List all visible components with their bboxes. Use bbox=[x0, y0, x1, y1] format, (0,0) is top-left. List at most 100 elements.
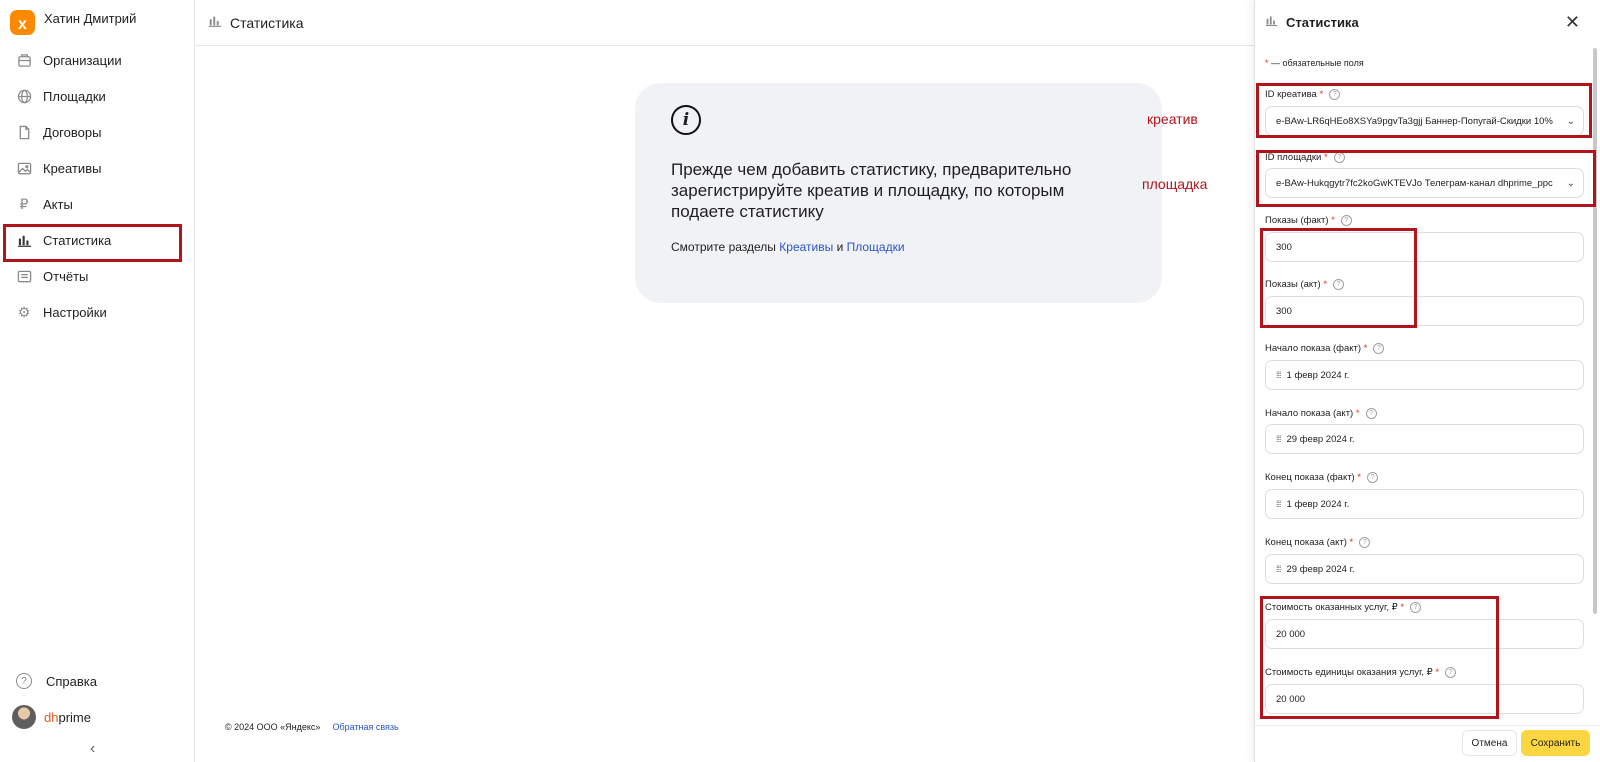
help-label: Справка bbox=[46, 673, 97, 689]
calendar-icon: ⁞⁞⁞ bbox=[1276, 499, 1281, 509]
end-fact-label: Конец показа (факт) *? bbox=[1265, 472, 1379, 483]
bar-chart-icon bbox=[1265, 14, 1278, 30]
sidebar-item-settings[interactable]: ⚙ Настройки bbox=[0, 294, 195, 330]
start-fact-date-input[interactable]: ⁞⁞⁞ 1 февр 2024 г. bbox=[1265, 360, 1584, 390]
page-title: Статистика bbox=[230, 14, 304, 31]
sidebar-item-label: Организации bbox=[43, 52, 122, 68]
sidebar-item-reports[interactable]: Отчёты bbox=[0, 258, 195, 294]
sidebar-item-organizations[interactable]: Организации bbox=[0, 42, 195, 78]
sidebar-item-platforms[interactable]: Площадки bbox=[0, 78, 195, 114]
statistics-panel: Статистика ✕ * — обязательные поля ID кр… bbox=[1254, 0, 1600, 762]
impressions-fact-label: Показы (факт) *? bbox=[1265, 215, 1352, 226]
document-icon bbox=[16, 124, 32, 140]
unit-cost-label: Стоимость единицы оказания услуг, ₽ *? bbox=[1265, 667, 1457, 678]
close-icon[interactable]: ✕ bbox=[1565, 12, 1580, 33]
avatar bbox=[12, 705, 36, 729]
building-icon bbox=[16, 52, 32, 68]
image-icon bbox=[16, 160, 32, 176]
platform-id-label: ID площадки *? bbox=[1265, 152, 1345, 163]
panel-scrollbar[interactable] bbox=[1593, 48, 1597, 614]
info-links-and: и bbox=[836, 240, 844, 254]
info-links: Смотрите разделы Креативы и Площадки bbox=[671, 240, 1126, 254]
sidebar-item-label: Площадки bbox=[43, 88, 106, 104]
help-icon[interactable]: ? bbox=[1340, 215, 1352, 226]
page-footer: © 2024 ООО «Яндекс» Обратная связь bbox=[225, 722, 399, 732]
help-icon[interactable]: ? bbox=[1333, 152, 1345, 163]
calendar-icon: ⁞⁞⁞ bbox=[1276, 370, 1281, 380]
end-fact-date-input[interactable]: ⁞⁞⁞ 1 февр 2024 г. bbox=[1265, 489, 1584, 519]
help-icon[interactable]: ? bbox=[1333, 279, 1345, 290]
creative-id-select[interactable]: e-BAw-LR6qHEo8XSYa9pgvTa3gjj Баннер-Попу… bbox=[1265, 106, 1584, 136]
creative-id-label: ID креатива *? bbox=[1265, 89, 1341, 100]
sidebar-item-contracts[interactable]: Договоры bbox=[0, 114, 195, 150]
panel-title: Статистика bbox=[1286, 14, 1359, 30]
help-icon[interactable]: ? bbox=[1329, 89, 1341, 100]
save-button[interactable]: Сохранить bbox=[1521, 730, 1590, 756]
impressions-act-input[interactable]: 300 bbox=[1265, 296, 1584, 326]
help-icon[interactable]: ? bbox=[1365, 408, 1377, 419]
required-note: * — обязательные поля bbox=[1265, 58, 1364, 68]
collapse-sidebar-icon[interactable]: ‹ bbox=[90, 740, 95, 758]
ruble-icon: ₽ bbox=[19, 195, 29, 212]
end-act-date-input[interactable]: ⁞⁞⁞ 29 февр 2024 г. bbox=[1265, 554, 1584, 584]
account-name: dhprime bbox=[44, 709, 91, 725]
service-cost-label: Стоимость оказанных услуг, ₽ *? bbox=[1265, 602, 1422, 613]
calendar-icon: ⁞⁞⁞ bbox=[1276, 434, 1281, 444]
sidebar-item-label: Договоры bbox=[43, 124, 102, 140]
sidebar-item-label: Акты bbox=[43, 196, 73, 212]
logo-icon: x bbox=[10, 9, 35, 35]
chevron-down-icon: ⌄ bbox=[1566, 178, 1575, 189]
bar-chart-icon bbox=[208, 14, 222, 31]
end-act-label: Конец показа (акт) *? bbox=[1265, 537, 1371, 548]
service-cost-input[interactable]: 20 000 bbox=[1265, 619, 1584, 649]
calendar-icon: ⁞⁞⁞ bbox=[1276, 564, 1281, 574]
chevron-down-icon: ⌄ bbox=[1566, 116, 1575, 127]
help-icon[interactable]: ? bbox=[1359, 537, 1371, 548]
sidebar: x Хатин Дмитрий Организации Площадки Дог… bbox=[0, 0, 195, 762]
sidebar-item-label: Настройки bbox=[43, 304, 107, 320]
sidebar-item-creatives[interactable]: Креативы bbox=[0, 150, 195, 186]
panel-footer: Отмена Сохранить bbox=[1255, 725, 1600, 762]
sidebar-item-label: Креативы bbox=[43, 160, 102, 176]
annotation-creative: креатив bbox=[1147, 111, 1198, 127]
platforms-link[interactable]: Площадки bbox=[847, 240, 905, 254]
help-icon[interactable]: ? bbox=[1410, 602, 1422, 613]
help-icon[interactable]: ? bbox=[1367, 472, 1379, 483]
report-icon bbox=[16, 268, 32, 284]
start-fact-label: Начало показа (факт) *? bbox=[1265, 343, 1385, 354]
feedback-link[interactable]: Обратная связь bbox=[332, 722, 398, 732]
info-card: i Прежде чем добавить статистику, предва… bbox=[635, 83, 1162, 303]
annotation-platform: площадка bbox=[1142, 176, 1208, 192]
sidebar-item-label: Отчёты bbox=[43, 268, 89, 284]
account-item[interactable]: dhprime bbox=[0, 699, 195, 735]
panel-header: Статистика bbox=[1255, 0, 1600, 44]
start-act-label: Начало показа (акт) *? bbox=[1265, 408, 1377, 419]
copyright: © 2024 ООО «Яндекс» bbox=[225, 722, 321, 732]
start-act-date-input[interactable]: ⁞⁞⁞ 29 февр 2024 г. bbox=[1265, 424, 1584, 454]
info-links-prefix: Смотрите разделы bbox=[671, 240, 776, 254]
help-icon[interactable]: ? bbox=[1445, 667, 1457, 678]
help-link[interactable]: ? Справка bbox=[0, 663, 195, 699]
impressions-fact-input[interactable]: 300 bbox=[1265, 232, 1584, 262]
globe-icon bbox=[16, 88, 32, 104]
sidebar-bottom: ? Справка dhprime bbox=[0, 663, 195, 735]
unit-cost-input[interactable]: 20 000 bbox=[1265, 684, 1584, 714]
impressions-act-label: Показы (акт) *? bbox=[1265, 279, 1345, 290]
info-heading: Прежде чем добавить статистику, предвари… bbox=[671, 160, 1072, 221]
user-name: Хатин Дмитрий bbox=[44, 11, 137, 26]
help-icon: ? bbox=[16, 673, 32, 689]
gear-icon: ⚙ bbox=[17, 303, 31, 320]
info-icon: i bbox=[671, 105, 701, 135]
sidebar-item-statistics[interactable]: Статистика bbox=[0, 222, 195, 258]
cancel-button[interactable]: Отмена bbox=[1462, 730, 1517, 756]
sidebar-item-label: Статистика bbox=[43, 232, 112, 248]
sidebar-nav: Организации Площадки Договоры Креативы ₽… bbox=[0, 42, 195, 330]
help-icon[interactable]: ? bbox=[1373, 343, 1385, 354]
bar-chart-icon bbox=[16, 232, 32, 248]
user-block[interactable]: x Хатин Дмитрий bbox=[10, 9, 136, 35]
platform-id-select[interactable]: e-BAw-Hukqgytr7fc2koGwKTEVJo Телеграм-ка… bbox=[1265, 168, 1584, 198]
page-header: Статистика bbox=[196, 0, 1254, 46]
creatives-link[interactable]: Креативы bbox=[779, 240, 833, 254]
app-root: x Хатин Дмитрий Организации Площадки Дог… bbox=[0, 0, 1600, 762]
sidebar-item-acts[interactable]: ₽ Акты bbox=[0, 186, 195, 222]
